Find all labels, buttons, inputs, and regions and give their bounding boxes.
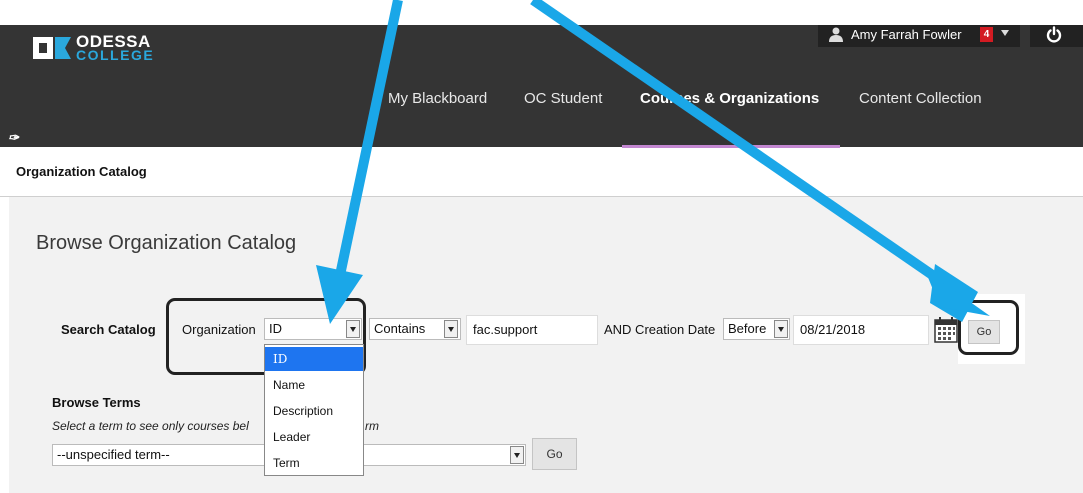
nav-oc-student[interactable]: OC Student: [524, 90, 602, 108]
calendar-icon[interactable]: [934, 316, 958, 343]
chevron-down-icon[interactable]: [510, 446, 524, 464]
dropdown-option[interactable]: Term: [265, 455, 363, 472]
browse-terms-hint-tail: rm: [365, 419, 379, 433]
user-icon: [829, 27, 843, 42]
creation-date-label: AND Creation Date: [604, 322, 716, 337]
browse-terms-hint: Select a term to see only courses bel: [52, 419, 249, 433]
term-go-button[interactable]: Go: [532, 438, 577, 470]
dropdown-option[interactable]: Description: [265, 403, 363, 420]
nav-content-collection[interactable]: Content Collection: [859, 90, 982, 108]
breadcrumb: Organization Catalog: [16, 164, 147, 179]
field-dropdown-list[interactable]: ID Name Description Leader Term: [264, 344, 364, 476]
edit-mode-icon[interactable]: ✑: [8, 130, 19, 146]
dropdown-option[interactable]: Name: [265, 377, 363, 394]
logo-line2: COLLEGE: [76, 47, 155, 63]
chevron-down-icon[interactable]: [444, 320, 458, 338]
dropdown-option[interactable]: ID: [265, 347, 363, 371]
odessa-college-logo[interactable]: ODESSA COLLEGE: [31, 31, 155, 65]
annotation-highlight-box: [958, 300, 1019, 355]
nav-courses-organizations[interactable]: Courses & Organizations: [640, 90, 819, 108]
logo-mark-icon: [33, 37, 71, 59]
user-name[interactable]: Amy Farrah Fowler: [851, 27, 962, 42]
browse-terms-heading: Browse Terms: [52, 395, 141, 410]
power-icon[interactable]: [1046, 26, 1062, 43]
active-tab-underline: [622, 145, 840, 148]
date-input[interactable]: 08/21/2018: [793, 315, 929, 345]
dropdown-option[interactable]: Leader: [265, 429, 363, 446]
search-catalog-label: Search Catalog: [61, 322, 156, 337]
page-title: Browse Organization Catalog: [36, 232, 297, 254]
nav-my-blackboard[interactable]: My Blackboard: [388, 90, 487, 108]
search-input[interactable]: fac.support: [466, 315, 598, 345]
chevron-down-icon[interactable]: [774, 320, 788, 338]
notification-badge[interactable]: 4: [980, 27, 993, 42]
chevron-down-icon[interactable]: [1001, 30, 1009, 36]
